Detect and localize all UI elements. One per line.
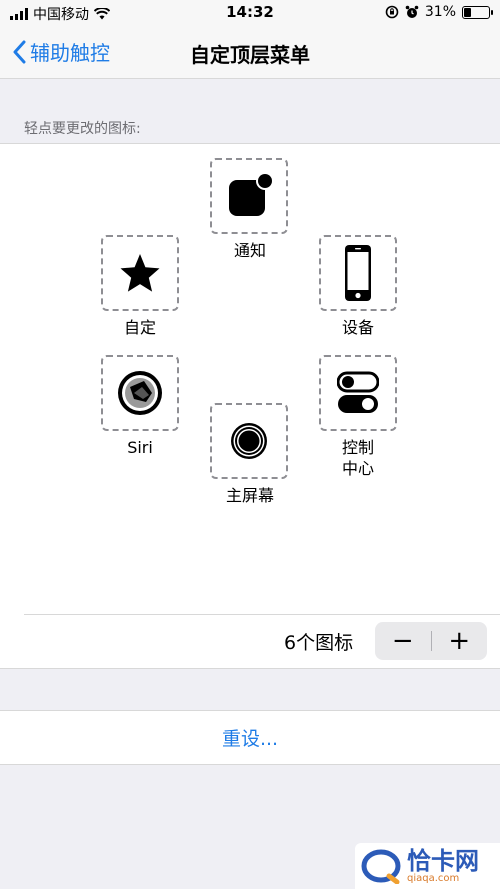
slot-home[interactable]	[210, 403, 288, 479]
icon-count: 6个图标	[284, 632, 354, 654]
siri-icon	[118, 371, 162, 415]
battery-percent: 31%	[424, 4, 456, 20]
battery-fill	[464, 7, 471, 17]
alarm-icon	[405, 5, 419, 18]
back-button[interactable]: 辅助触控	[12, 37, 110, 66]
decrement-button[interactable]: −	[375, 622, 431, 660]
battery-icon	[462, 5, 493, 19]
control-center-label: 控制 中心	[341, 438, 374, 478]
slot-notification[interactable]	[210, 158, 288, 234]
section-header: 轻点要更改的图标:	[24, 121, 141, 137]
watermark-url: qiaqa.com	[407, 873, 460, 884]
status-bar: 中国移动 14:32 31%	[0, 0, 500, 26]
toggles-icon	[337, 371, 379, 413]
watermark-logo-icon	[361, 849, 401, 884]
reset-button[interactable]: 重设...	[0, 710, 500, 765]
icon-layout-panel: 通知 自定 设备 Siri 控制 中心 主屏幕 6个图标 − +	[0, 143, 500, 669]
notification-icon	[229, 172, 273, 216]
slot-siri[interactable]	[101, 355, 179, 431]
star-icon	[120, 254, 160, 292]
back-button-label: 辅助触控	[30, 41, 110, 65]
chevron-left-icon	[13, 40, 26, 63]
watermark-name: 恰卡网	[407, 847, 479, 875]
iphone-icon	[345, 245, 371, 301]
home-button-icon	[231, 423, 267, 459]
slot-control-center[interactable]	[319, 355, 397, 431]
custom-label: 自定	[123, 318, 156, 337]
slot-device[interactable]	[319, 235, 397, 311]
reset-label: 重设...	[221, 728, 279, 750]
device-label: 设备	[341, 318, 374, 337]
increment-button[interactable]: +	[432, 622, 488, 660]
icon-count-stepper[interactable]: − +	[375, 622, 487, 660]
divider	[24, 614, 500, 615]
slot-custom[interactable]	[101, 235, 179, 311]
notification-label: 通知	[233, 241, 266, 260]
watermark: 恰卡网 qiaqa.com	[355, 843, 500, 889]
navigation-bar: 辅助触控 自定顶层菜单	[0, 26, 500, 79]
rotation-lock-icon	[385, 5, 399, 19]
siri-label: Siri	[127, 438, 153, 457]
home-label: 主屏幕	[225, 486, 274, 505]
